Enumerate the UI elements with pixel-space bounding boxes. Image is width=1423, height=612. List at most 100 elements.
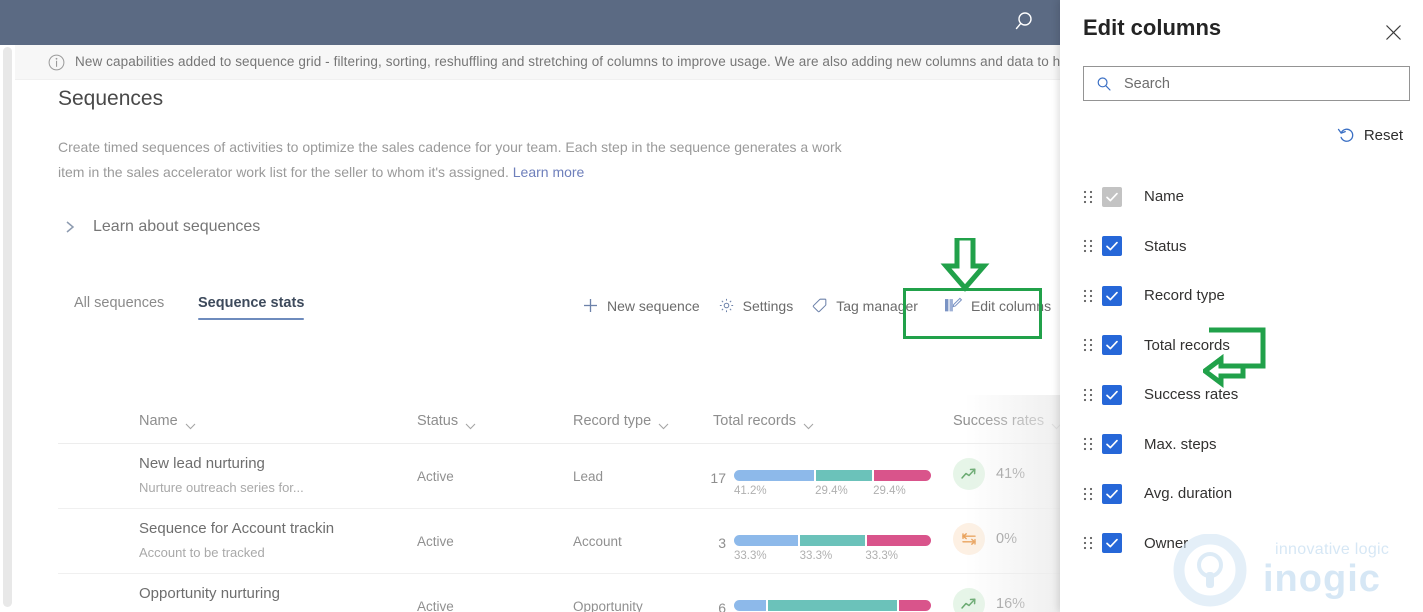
row-subtitle: Account to be tracked <box>139 545 265 560</box>
column-toggle-item[interactable]: Status <box>1083 222 1413 272</box>
annotation-arrow-down <box>938 235 992 292</box>
bar-segment-0 <box>734 535 799 546</box>
row-record-type: Account <box>573 534 622 549</box>
column-toggle-item[interactable]: Name <box>1083 172 1413 222</box>
row-progress-bars <box>734 600 932 611</box>
column-header-success-rates[interactable]: Success rates <box>953 413 1060 429</box>
checkbox-checked[interactable] <box>1102 285 1122 306</box>
page-description-line1: Create timed sequences of activities to … <box>58 139 731 155</box>
row-success-rate: 16% <box>953 588 1025 612</box>
tag-manager-button[interactable]: Tag manager <box>802 290 927 321</box>
bar-segment-2 <box>874 470 931 481</box>
table-row[interactable]: New lead nurturing Nurture outreach serie… <box>58 444 1060 509</box>
drag-handle-icon[interactable] <box>1083 535 1094 551</box>
column-toggle-label: Status <box>1144 237 1187 255</box>
column-toggle-label: Name <box>1144 188 1185 206</box>
bar-percent-2: 33.3% <box>865 550 898 562</box>
column-header-total-records[interactable]: Total records <box>713 413 814 429</box>
row-name[interactable]: Opportunity nurturing <box>139 585 280 602</box>
app-window: New capabilities added to sequence grid … <box>0 0 1423 612</box>
reset-button[interactable]: Reset <box>1337 126 1403 144</box>
learn-more-link[interactable]: Learn more <box>513 164 585 180</box>
bar-percent-0: 41.2% <box>734 485 767 497</box>
tab-sequence-stats[interactable]: Sequence stats <box>198 295 305 320</box>
column-header-status-label: Status <box>417 413 459 429</box>
column-toggle-item[interactable]: Owner <box>1083 519 1413 569</box>
search-input[interactable]: Search <box>1083 66 1410 101</box>
row-record-type: Opportunity <box>573 599 643 612</box>
plus-icon <box>582 297 599 314</box>
drag-handle-icon[interactable] <box>1083 436 1094 452</box>
page-scrollbar[interactable] <box>0 45 15 612</box>
checkbox-locked <box>1102 186 1122 207</box>
checkbox-checked[interactable] <box>1102 434 1122 455</box>
bar-segment-1 <box>800 535 865 546</box>
row-name[interactable]: New lead nurturing <box>139 455 265 472</box>
column-toggle-item[interactable]: Max. steps <box>1083 420 1413 470</box>
drag-handle-icon[interactable] <box>1083 337 1094 353</box>
table-row[interactable]: Opportunity nurturingNurture outreach se… <box>58 574 1060 612</box>
column-toggle-item[interactable]: Record type <box>1083 271 1413 321</box>
new-sequence-label: New sequence <box>607 297 700 314</box>
row-success-value: 41% <box>996 466 1026 482</box>
search-placeholder: Search <box>1124 75 1170 92</box>
tab-all-sequences[interactable]: All sequences <box>74 295 164 320</box>
panel-title: Edit columns <box>1083 15 1222 40</box>
bar-segment-0 <box>734 470 814 481</box>
settings-label: Settings <box>742 297 794 314</box>
row-progress-bars <box>734 470 931 481</box>
checkbox-checked[interactable] <box>1102 483 1122 504</box>
row-success-value: 16% <box>996 596 1026 612</box>
close-icon[interactable] <box>1379 18 1407 46</box>
drag-handle-icon[interactable] <box>1083 288 1094 304</box>
notification-bar: New capabilities added to sequence grid … <box>15 45 1060 80</box>
column-header-record-type[interactable]: Record type <box>573 413 669 429</box>
trend-up-icon <box>953 588 985 612</box>
tab-active-underline <box>198 318 305 320</box>
app-top-bar <box>0 0 1060 45</box>
row-progress-bars <box>734 535 931 546</box>
column-header-status[interactable]: Status <box>417 413 476 429</box>
edit-columns-button[interactable]: Edit columns <box>927 290 1060 321</box>
search-icon[interactable] <box>1014 9 1040 35</box>
drag-handle-icon[interactable] <box>1083 238 1094 254</box>
drag-handle-icon[interactable] <box>1083 189 1094 205</box>
tab-command-bar: All sequences Sequence stats New sequenc… <box>58 295 1060 340</box>
chevron-down-icon <box>1051 418 1060 429</box>
notification-message: New capabilities added to sequence grid … <box>75 54 1060 69</box>
column-header-record-type-label: Record type <box>573 413 652 429</box>
column-toggle-label: Record type <box>1144 287 1225 305</box>
column-toggle-item[interactable]: Avg. duration <box>1083 469 1413 519</box>
edit-columns-panel: Edit columns Search Reset Name Status Reco… <box>1060 0 1423 612</box>
drag-handle-icon[interactable] <box>1083 486 1094 502</box>
checkbox-checked[interactable] <box>1102 384 1122 405</box>
settings-button[interactable]: Settings <box>709 290 803 321</box>
bar-segment-1 <box>768 600 897 611</box>
checkbox-checked[interactable] <box>1102 533 1122 554</box>
column-toggle-label: Max. steps <box>1144 435 1217 453</box>
row-record-type: Lead <box>573 469 604 484</box>
table-row[interactable]: Sequence for Account trackin Account to b… <box>58 509 1060 574</box>
row-total-count: 6 <box>718 600 726 612</box>
bar-percent-1: 33.3% <box>799 550 833 562</box>
row-total-count: 17 <box>710 470 726 486</box>
gear-icon <box>718 297 735 314</box>
scrollbar-thumb[interactable] <box>3 47 12 607</box>
bar-segment-1 <box>815 470 873 481</box>
checkbox-checked[interactable] <box>1102 335 1122 356</box>
row-name[interactable]: Sequence for Account trackin <box>139 520 334 537</box>
column-header-name[interactable]: Name <box>139 413 196 429</box>
drag-handle-icon[interactable] <box>1083 387 1094 403</box>
page-title: Sequences <box>58 87 164 110</box>
new-sequence-button[interactable]: New sequence <box>573 290 709 321</box>
bar-percent-1: 29.4% <box>815 485 848 497</box>
trend-up-icon <box>953 458 985 490</box>
trend-flat-icon <box>953 523 985 555</box>
row-total-count: 3 <box>718 535 726 551</box>
column-header-success-rates-label: Success rates <box>953 413 1045 429</box>
row-success-value: 0% <box>996 531 1017 547</box>
tag-manager-label: Tag manager <box>836 297 918 314</box>
bar-percent-0: 33.3% <box>734 550 767 562</box>
checkbox-checked[interactable] <box>1102 236 1122 257</box>
learn-about-sequences-section[interactable]: Learn about sequences <box>63 218 260 236</box>
